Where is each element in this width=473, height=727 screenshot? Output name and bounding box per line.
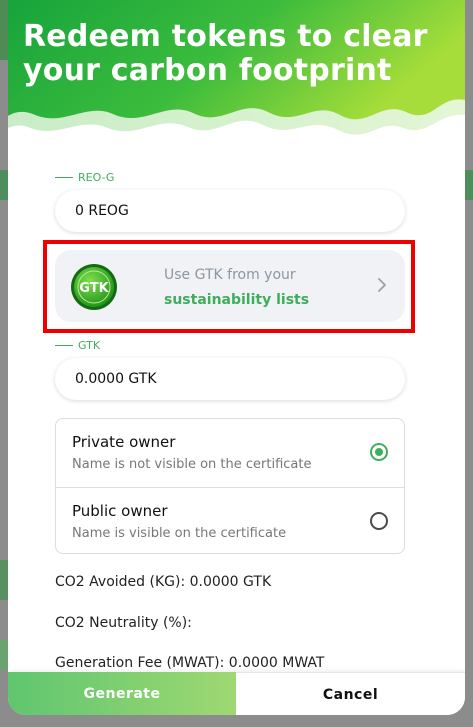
cancel-button[interactable]: Cancel [236, 672, 465, 715]
private-owner-radio[interactable] [370, 443, 388, 461]
owner-option-title: Public owner [72, 502, 168, 520]
coin-text: GTK [79, 281, 109, 296]
gtk-card-line1: Use GTK from your [164, 267, 296, 283]
gtk-label-text: GTK [78, 339, 101, 352]
gtk-sustainability-button[interactable]: GTK Use GTK from your sustainability lis… [55, 250, 405, 322]
generation-fee: Generation Fee (MWAT): 0.0000 MWAT [55, 655, 325, 671]
redeem-modal: Redeem tokens to clear your carbon footp… [8, 0, 465, 715]
modal-title: Redeem tokens to clear your carbon footp… [23, 19, 428, 88]
modal-header: Redeem tokens to clear your carbon footp… [8, 0, 465, 150]
gtk-card-line2: sustainability lists [164, 292, 310, 308]
owner-option-title: Private owner [72, 433, 176, 451]
gtk-value: 0.0000 GTK [75, 371, 157, 387]
gtk-label: GTK [55, 339, 100, 352]
label-dash [55, 177, 73, 178]
public-owner-radio[interactable] [370, 512, 388, 530]
gtk-input[interactable]: 0.0000 GTK [55, 358, 405, 400]
label-dash [55, 345, 73, 346]
owner-selector: Private owner Name is not visible on the… [55, 418, 405, 554]
reog-input[interactable]: 0 REOG [55, 190, 405, 232]
generate-button[interactable]: Generate [8, 672, 236, 715]
private-owner-option[interactable]: Private owner Name is not visible on the… [56, 419, 404, 487]
reog-label-text: REO-G [78, 171, 115, 184]
background-strip [465, 170, 473, 200]
gtk-coin-icon: GTK [71, 264, 117, 310]
modal-footer: Generate Cancel [8, 672, 465, 715]
owner-option-subtitle: Name is visible on the certificate [72, 526, 287, 541]
public-owner-option[interactable]: Public owner Name is visible on the cert… [56, 487, 404, 553]
reog-label: REO-G [55, 171, 114, 184]
co2-avoided: CO2 Avoided (KG): 0.0000 GTK [55, 574, 272, 590]
gtk-card-text: Use GTK from your sustainability lists [164, 263, 309, 313]
chevron-right-icon [378, 278, 386, 292]
reog-value: 0 REOG [75, 203, 129, 219]
owner-option-subtitle: Name is not visible on the certificate [72, 457, 312, 472]
co2-neutrality: CO2 Neutrality (%): [55, 615, 192, 631]
